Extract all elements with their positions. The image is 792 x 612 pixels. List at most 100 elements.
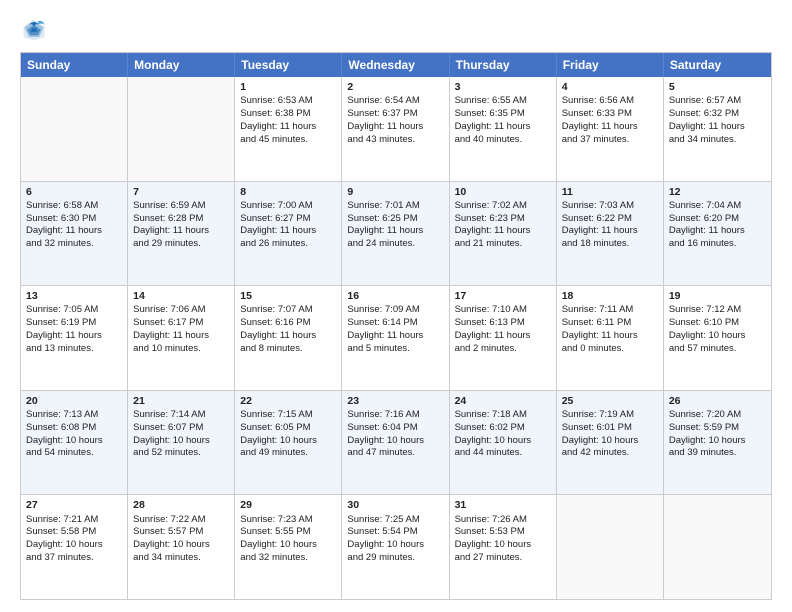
day-number: 20 — [26, 394, 122, 408]
day-info: Daylight: 10 hours — [347, 539, 443, 552]
day-info: Sunset: 6:19 PM — [26, 317, 122, 330]
calendar-cell — [557, 495, 664, 599]
day-info: Sunset: 6:07 PM — [133, 422, 229, 435]
day-number: 24 — [455, 394, 551, 408]
day-number: 22 — [240, 394, 336, 408]
day-info: and 45 minutes. — [240, 134, 336, 147]
day-info: Daylight: 10 hours — [240, 539, 336, 552]
day-info: Sunset: 6:35 PM — [455, 108, 551, 121]
day-info: Daylight: 11 hours — [240, 330, 336, 343]
day-info: Daylight: 11 hours — [562, 225, 658, 238]
day-info: Daylight: 11 hours — [347, 225, 443, 238]
calendar-cell: 9Sunrise: 7:01 AMSunset: 6:25 PMDaylight… — [342, 182, 449, 286]
day-info: and 13 minutes. — [26, 343, 122, 356]
calendar-cell: 5Sunrise: 6:57 AMSunset: 6:32 PMDaylight… — [664, 77, 771, 181]
day-info: Sunset: 6:14 PM — [347, 317, 443, 330]
calendar-cell: 21Sunrise: 7:14 AMSunset: 6:07 PMDayligh… — [128, 391, 235, 495]
calendar-body: 1Sunrise: 6:53 AMSunset: 6:38 PMDaylight… — [21, 77, 771, 599]
day-number: 8 — [240, 185, 336, 199]
calendar-cell: 30Sunrise: 7:25 AMSunset: 5:54 PMDayligh… — [342, 495, 449, 599]
day-info: Daylight: 10 hours — [133, 539, 229, 552]
calendar-row: 13Sunrise: 7:05 AMSunset: 6:19 PMDayligh… — [21, 285, 771, 390]
day-number: 11 — [562, 185, 658, 199]
day-info: Daylight: 10 hours — [455, 435, 551, 448]
calendar-cell: 19Sunrise: 7:12 AMSunset: 6:10 PMDayligh… — [664, 286, 771, 390]
day-info: and 29 minutes. — [133, 238, 229, 251]
day-info: Sunrise: 7:20 AM — [669, 409, 766, 422]
day-info: Sunset: 5:58 PM — [26, 526, 122, 539]
day-info: Daylight: 10 hours — [26, 539, 122, 552]
day-info: Daylight: 11 hours — [26, 225, 122, 238]
day-info: Sunrise: 7:00 AM — [240, 200, 336, 213]
day-info: Sunset: 6:37 PM — [347, 108, 443, 121]
calendar-cell: 20Sunrise: 7:13 AMSunset: 6:08 PMDayligh… — [21, 391, 128, 495]
calendar-cell: 15Sunrise: 7:07 AMSunset: 6:16 PMDayligh… — [235, 286, 342, 390]
day-info: Sunrise: 7:18 AM — [455, 409, 551, 422]
day-info: Sunset: 6:10 PM — [669, 317, 766, 330]
day-info: Sunrise: 7:15 AM — [240, 409, 336, 422]
day-info: Sunset: 6:20 PM — [669, 213, 766, 226]
header — [20, 16, 772, 44]
calendar-header: SundayMondayTuesdayWednesdayThursdayFrid… — [21, 53, 771, 77]
day-info: Daylight: 11 hours — [455, 330, 551, 343]
day-number: 19 — [669, 289, 766, 303]
calendar-cell: 1Sunrise: 6:53 AMSunset: 6:38 PMDaylight… — [235, 77, 342, 181]
day-number: 17 — [455, 289, 551, 303]
day-info: Daylight: 11 hours — [240, 121, 336, 134]
day-info: and 44 minutes. — [455, 447, 551, 460]
day-number: 16 — [347, 289, 443, 303]
day-number: 31 — [455, 498, 551, 512]
page: SundayMondayTuesdayWednesdayThursdayFrid… — [0, 0, 792, 612]
day-info: Sunset: 5:53 PM — [455, 526, 551, 539]
day-info: Sunrise: 7:19 AM — [562, 409, 658, 422]
calendar-cell: 17Sunrise: 7:10 AMSunset: 6:13 PMDayligh… — [450, 286, 557, 390]
calendar-cell — [664, 495, 771, 599]
day-number: 28 — [133, 498, 229, 512]
calendar-cell: 22Sunrise: 7:15 AMSunset: 6:05 PMDayligh… — [235, 391, 342, 495]
day-info: and 21 minutes. — [455, 238, 551, 251]
day-info: Daylight: 10 hours — [669, 435, 766, 448]
calendar-cell: 14Sunrise: 7:06 AMSunset: 6:17 PMDayligh… — [128, 286, 235, 390]
day-info: Sunrise: 6:59 AM — [133, 200, 229, 213]
day-info: and 42 minutes. — [562, 447, 658, 460]
day-info: Sunrise: 6:56 AM — [562, 95, 658, 108]
day-info: Daylight: 11 hours — [455, 121, 551, 134]
day-info: Sunset: 6:28 PM — [133, 213, 229, 226]
day-number: 27 — [26, 498, 122, 512]
day-info: Sunset: 5:57 PM — [133, 526, 229, 539]
logo-icon — [20, 16, 48, 44]
calendar-cell: 23Sunrise: 7:16 AMSunset: 6:04 PMDayligh… — [342, 391, 449, 495]
day-number: 25 — [562, 394, 658, 408]
day-info: and 52 minutes. — [133, 447, 229, 460]
day-info: Sunset: 5:55 PM — [240, 526, 336, 539]
day-info: Sunset: 6:11 PM — [562, 317, 658, 330]
day-info: Daylight: 11 hours — [455, 225, 551, 238]
day-info: Daylight: 10 hours — [240, 435, 336, 448]
day-info: Sunset: 5:59 PM — [669, 422, 766, 435]
day-number: 14 — [133, 289, 229, 303]
day-info: Sunset: 6:02 PM — [455, 422, 551, 435]
day-info: and 34 minutes. — [133, 552, 229, 565]
day-info: Sunset: 6:22 PM — [562, 213, 658, 226]
day-info: Sunrise: 6:55 AM — [455, 95, 551, 108]
day-number: 13 — [26, 289, 122, 303]
calendar-cell: 7Sunrise: 6:59 AMSunset: 6:28 PMDaylight… — [128, 182, 235, 286]
day-number: 30 — [347, 498, 443, 512]
day-info: Daylight: 11 hours — [347, 330, 443, 343]
day-info: and 27 minutes. — [455, 552, 551, 565]
day-info: Sunrise: 7:21 AM — [26, 514, 122, 527]
header-cell-wednesday: Wednesday — [342, 53, 449, 77]
day-info: and 0 minutes. — [562, 343, 658, 356]
calendar-row: 27Sunrise: 7:21 AMSunset: 5:58 PMDayligh… — [21, 494, 771, 599]
day-info: Daylight: 10 hours — [133, 435, 229, 448]
day-info: Sunset: 6:32 PM — [669, 108, 766, 121]
day-info: Daylight: 11 hours — [562, 121, 658, 134]
day-info: and 26 minutes. — [240, 238, 336, 251]
day-info: and 16 minutes. — [669, 238, 766, 251]
day-info: Daylight: 11 hours — [669, 225, 766, 238]
day-info: Daylight: 10 hours — [26, 435, 122, 448]
calendar-cell: 18Sunrise: 7:11 AMSunset: 6:11 PMDayligh… — [557, 286, 664, 390]
header-cell-friday: Friday — [557, 53, 664, 77]
day-info: Sunset: 6:01 PM — [562, 422, 658, 435]
day-info: Sunrise: 7:26 AM — [455, 514, 551, 527]
